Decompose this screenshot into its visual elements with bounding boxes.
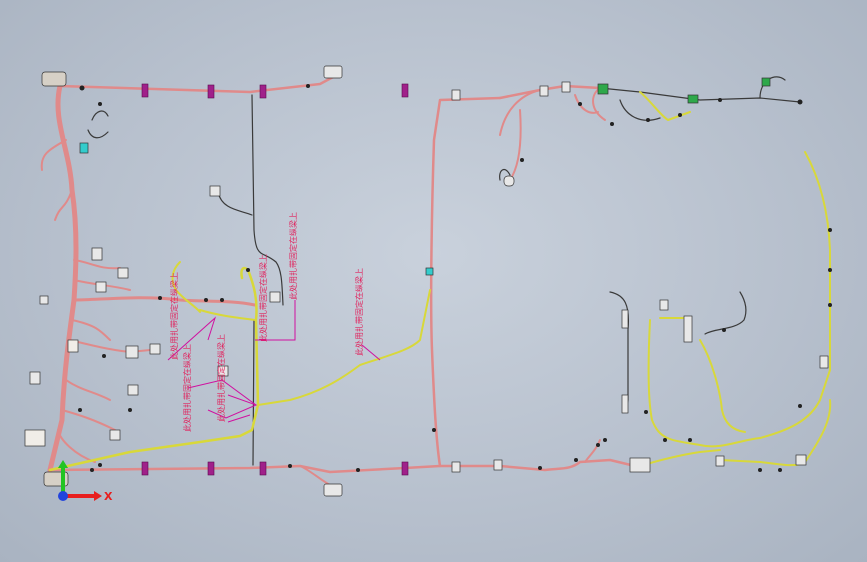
connector bbox=[269, 291, 281, 303]
connector bbox=[539, 85, 549, 97]
clip bbox=[259, 84, 267, 99]
connector bbox=[323, 65, 343, 79]
yellow-harness bbox=[48, 91, 832, 472]
clip bbox=[141, 83, 149, 98]
connector bbox=[629, 457, 651, 473]
connector bbox=[503, 175, 515, 187]
connector bbox=[24, 429, 46, 447]
connector bbox=[597, 83, 609, 95]
connector bbox=[109, 429, 121, 441]
connector bbox=[41, 71, 67, 87]
connector bbox=[209, 185, 221, 197]
connector bbox=[493, 459, 503, 471]
connector bbox=[819, 355, 829, 369]
connector bbox=[39, 295, 49, 305]
annotation-note: 此处用扎带固定在纵梁上 bbox=[258, 254, 268, 342]
connector bbox=[95, 281, 107, 293]
cad-viewport[interactable]: 此处用扎带固定在纵梁上 此处用扎带固定在纵梁上 此处用扎带固定在纵梁上 此处用扎… bbox=[0, 0, 867, 562]
connector bbox=[621, 309, 629, 329]
axis-x-label: X bbox=[104, 490, 113, 503]
clips bbox=[141, 83, 409, 476]
dark-wires bbox=[87, 76, 801, 466]
connector bbox=[715, 455, 725, 467]
annotation-leaders bbox=[167, 300, 381, 423]
harness-bottom-rail bbox=[48, 458, 637, 474]
connector bbox=[29, 371, 41, 385]
harness-top-left-rail bbox=[58, 74, 337, 94]
connector bbox=[79, 142, 89, 154]
connector bbox=[117, 267, 129, 279]
connector bbox=[451, 461, 461, 473]
annotation-note: 此处用扎带固定在纵梁上 bbox=[354, 268, 364, 356]
connector bbox=[91, 247, 103, 261]
clip bbox=[141, 461, 149, 476]
main-harness bbox=[40, 74, 637, 489]
harness-center-vertical bbox=[429, 96, 502, 468]
wiring-harness-diagram: 此处用扎带固定在纵梁上 此处用扎带固定在纵梁上 此处用扎带固定在纵梁上 此处用扎… bbox=[24, 65, 832, 503]
clip bbox=[207, 461, 215, 476]
annotation-note: 此处用扎带固定在纵梁上 bbox=[288, 212, 298, 300]
connector bbox=[67, 339, 79, 353]
connector bbox=[761, 77, 771, 87]
annotation-note: 此处用扎带固定在纵梁上 bbox=[216, 334, 226, 422]
annotation-note: 此处用扎带固定在纵梁上 bbox=[182, 344, 192, 432]
connector bbox=[323, 483, 343, 497]
clip bbox=[401, 83, 409, 98]
connector bbox=[127, 384, 139, 396]
connector bbox=[451, 89, 461, 101]
connector bbox=[149, 343, 161, 355]
clip bbox=[207, 84, 215, 99]
clip bbox=[401, 461, 409, 476]
yellow-branch-right bbox=[647, 151, 831, 448]
connector bbox=[659, 299, 669, 311]
connectors bbox=[24, 65, 829, 497]
connector bbox=[687, 94, 699, 104]
annotation-note: 此处用扎带固定在纵梁上 bbox=[169, 272, 179, 360]
connector bbox=[795, 454, 807, 466]
clip bbox=[259, 461, 267, 476]
connector bbox=[125, 345, 139, 359]
wire-top-right bbox=[599, 87, 801, 103]
connector bbox=[683, 315, 693, 343]
connector bbox=[561, 81, 571, 93]
annotations: 此处用扎带固定在纵梁上 此处用扎带固定在纵梁上 此处用扎带固定在纵梁上 此处用扎… bbox=[169, 212, 364, 432]
connector bbox=[621, 394, 629, 414]
connector bbox=[425, 267, 434, 276]
